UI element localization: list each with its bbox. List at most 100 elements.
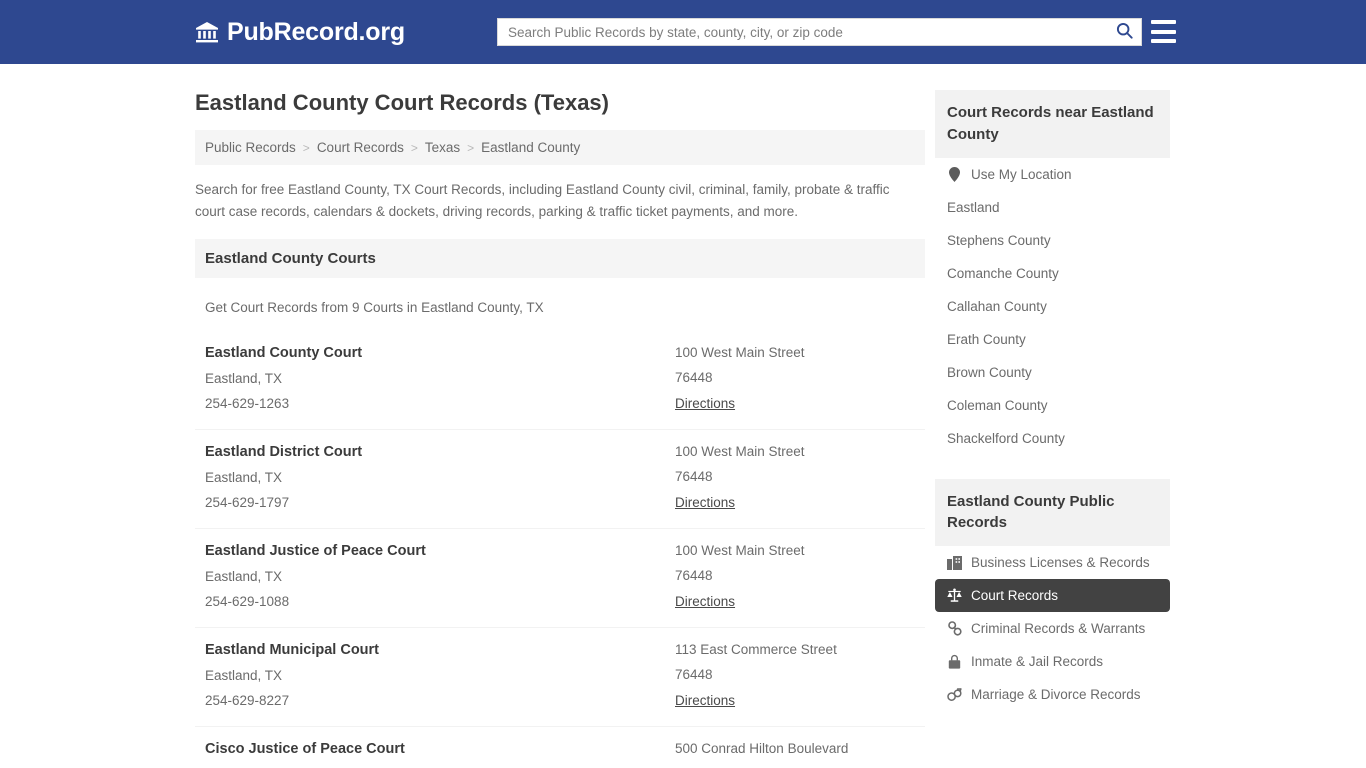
nearby-item-label: Callahan County — [947, 299, 1047, 314]
public-record-item-inmate-jail-records[interactable]: Inmate & Jail Records — [935, 645, 1170, 678]
public-record-item-label: Marriage & Divorce Records — [971, 687, 1141, 702]
nearby-item-label: Eastland — [947, 200, 1000, 215]
public-records-list: Business Licenses & Records Court Records… — [935, 546, 1170, 711]
court-name-link[interactable]: Eastland County Court — [205, 345, 675, 361]
nearby-item-comanche-county[interactable]: Comanche County — [935, 257, 1170, 290]
search-bar[interactable] — [497, 18, 1142, 46]
breadcrumb-separator: > — [460, 141, 481, 155]
breadcrumb: Public Records>Court Records>Texas>Eastl… — [195, 130, 925, 165]
main-content: Eastland County Court Records (Texas) Pu… — [195, 64, 925, 768]
court-row: Cisco Justice of Peace CourtCisco, TX254… — [195, 726, 925, 768]
nearby-item-label: Erath County — [947, 332, 1026, 347]
nearby-item-label: Comanche County — [947, 266, 1059, 281]
court-address: 100 West Main Street — [675, 444, 915, 459]
gender-symbols-icon — [947, 687, 962, 702]
breadcrumb-separator: > — [404, 141, 425, 155]
directions-link[interactable]: Directions — [675, 495, 735, 510]
court-phone: 254-629-1797 — [205, 495, 675, 510]
court-name-link[interactable]: Eastland District Court — [205, 444, 675, 460]
breadcrumb-item-public-records[interactable]: Public Records — [205, 140, 296, 155]
nearby-item-label: Use My Location — [971, 167, 1072, 182]
nearby-item-erath-county[interactable]: Erath County — [935, 323, 1170, 356]
court-zip: 76448 — [675, 568, 915, 583]
court-address-block: 100 West Main Street 76448 Directions — [675, 345, 915, 413]
breadcrumb-item-eastland-county: Eastland County — [481, 140, 580, 155]
public-records-panel: Eastland County Public Records Business … — [935, 479, 1170, 712]
court-row: Eastland County Court Eastland, TX 254-629… — [195, 331, 925, 429]
public-record-item-label: Court Records — [971, 588, 1058, 603]
briefcase-icon — [947, 555, 962, 570]
public-record-item-criminal-records-warrants[interactable]: Criminal Records & Warrants — [935, 612, 1170, 645]
page-body: Eastland County Court Records (Texas) Pu… — [0, 64, 1366, 768]
court-address: 113 East Commerce Street — [675, 642, 915, 657]
site-logo[interactable]: PubRecord.org — [195, 18, 405, 47]
court-address: 100 West Main Street — [675, 543, 915, 558]
court-zip: 76448 — [675, 469, 915, 484]
court-phone: 254-629-8227 — [205, 693, 675, 708]
courts-section-heading: Eastland County Courts — [195, 239, 925, 278]
sidebar: Court Records near Eastland County Use M… — [935, 64, 1170, 768]
breadcrumb-item-court-records[interactable]: Court Records — [317, 140, 404, 155]
court-info: Eastland County Court Eastland, TX 254-629… — [205, 345, 675, 413]
breadcrumb-item-texas[interactable]: Texas — [425, 140, 460, 155]
public-record-item-business-licenses-records[interactable]: Business Licenses & Records — [935, 546, 1170, 579]
search-input[interactable] — [498, 19, 1107, 45]
directions-link[interactable]: Directions — [675, 594, 735, 609]
court-address-block: 100 West Main Street 76448 Directions — [675, 444, 915, 512]
brand-name: PubRecord.org — [227, 18, 405, 47]
public-record-item-label: Criminal Records & Warrants — [971, 621, 1145, 636]
handcuffs-icon — [947, 621, 962, 636]
nearby-item-label: Shackelford County — [947, 431, 1065, 446]
court-row: Eastland Municipal CourtEastland, TX254-… — [195, 627, 925, 726]
public-record-item-marriage-divorce-records[interactable]: Marriage & Divorce Records — [935, 678, 1170, 711]
nearby-item-coleman-county[interactable]: Coleman County — [935, 389, 1170, 422]
public-record-item-label: Business Licenses & Records — [971, 555, 1150, 570]
court-row: Eastland Justice of Peace Court Eastland,… — [195, 528, 925, 627]
court-address: 500 Conrad Hilton Boulevard — [675, 741, 915, 756]
lock-icon — [947, 654, 962, 669]
court-city: Eastland, TX — [205, 569, 675, 584]
page-intro-text: Search for free Eastland County, TX Cour… — [195, 179, 895, 223]
court-name-link[interactable]: Eastland Municipal Court — [205, 642, 675, 658]
court-zip: 76448 — [675, 370, 915, 385]
court-address: 100 West Main Street — [675, 345, 915, 360]
court-name-link[interactable]: Eastland Justice of Peace Court — [205, 543, 675, 559]
search-button[interactable] — [1107, 19, 1141, 45]
court-zip: 76448 — [675, 667, 915, 682]
nearby-item-use-my-location[interactable]: Use My Location — [935, 158, 1170, 191]
nearby-item-label: Stephens County — [947, 233, 1051, 248]
directions-link[interactable]: Directions — [675, 396, 735, 411]
court-info: Eastland District CourtEastland, TX254-6… — [205, 444, 675, 512]
court-info: Eastland Justice of Peace Court Eastland,… — [205, 543, 675, 611]
court-address-block: 113 East Commerce Street 76448 Directions — [675, 642, 915, 710]
nearby-item-eastland[interactable]: Eastland — [935, 191, 1170, 224]
bank-icon — [195, 20, 219, 44]
court-address-block: 500 Conrad Hilton Boulevard76437Directio… — [675, 741, 915, 768]
court-city: Eastland, TX — [205, 371, 675, 386]
nearby-item-label: Coleman County — [947, 398, 1048, 413]
court-info: Eastland Municipal CourtEastland, TX254-… — [205, 642, 675, 710]
nearby-item-shackelford-county[interactable]: Shackelford County — [935, 422, 1170, 455]
directions-link[interactable]: Directions — [675, 693, 735, 708]
nearby-item-brown-county[interactable]: Brown County — [935, 356, 1170, 389]
map-pin-icon — [947, 167, 962, 182]
nearby-panel-heading: Court Records near Eastland County — [935, 90, 1170, 158]
search-icon — [1116, 22, 1133, 42]
court-phone: 254-629-1263 — [205, 396, 675, 411]
nearby-item-stephens-county[interactable]: Stephens County — [935, 224, 1170, 257]
court-address-block: 100 West Main Street 76448 Directions — [675, 543, 915, 611]
breadcrumb-separator: > — [296, 141, 317, 155]
nearby-item-callahan-county[interactable]: Callahan County — [935, 290, 1170, 323]
court-phone: 254-629-1088 — [205, 594, 675, 609]
hamburger-menu-icon[interactable] — [1151, 20, 1176, 43]
page-title: Eastland County Court Records (Texas) — [195, 90, 925, 116]
panel-spacer — [935, 463, 1170, 479]
nearby-item-label: Brown County — [947, 365, 1032, 380]
court-name-link[interactable]: Cisco Justice of Peace Court — [205, 741, 675, 757]
scales-icon — [947, 588, 962, 603]
public-records-panel-heading: Eastland County Public Records — [935, 479, 1170, 547]
courts-list: Eastland County Court Eastland, TX 254-629… — [195, 331, 925, 768]
public-record-item-label: Inmate & Jail Records — [971, 654, 1103, 669]
public-record-item-court-records[interactable]: Court Records — [935, 579, 1170, 612]
nearby-panel: Court Records near Eastland County Use M… — [935, 90, 1170, 455]
